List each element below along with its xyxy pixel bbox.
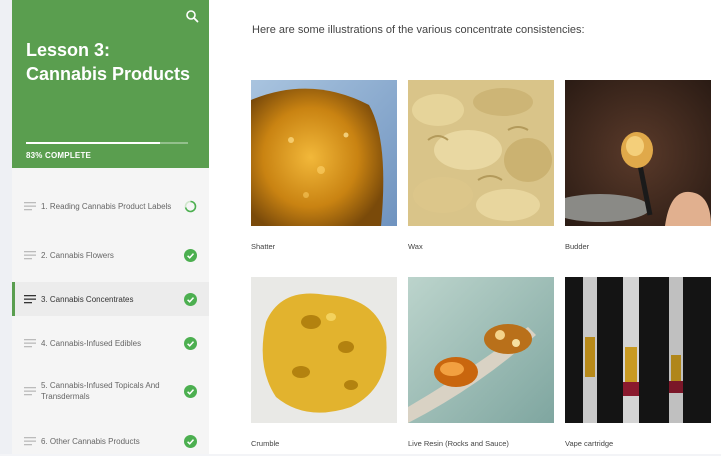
topic-label: 1. Reading Cannabis Product Labels [41, 201, 172, 211]
lines-icon [24, 436, 36, 445]
progress-fill [26, 142, 161, 144]
shatter-image [251, 80, 397, 226]
search-icon[interactable] [185, 9, 199, 23]
topic-label: 3. Cannabis Concentrates [41, 294, 134, 304]
topic-label: 2. Cannabis Flowers [41, 250, 114, 260]
topic-label: 6. Other Cannabis Products [41, 436, 140, 446]
check-circle-icon [184, 384, 197, 398]
budder-image [565, 80, 711, 226]
topic-item-flowers[interactable]: 2. Cannabis Flowers [12, 240, 209, 270]
wax-image [408, 80, 554, 226]
page-background [0, 0, 12, 454]
progress-bar [26, 142, 188, 144]
topic-item-reading-labels[interactable]: 1. Reading Cannabis Product Labels [12, 184, 209, 228]
budder-caption: Budder [565, 242, 590, 251]
main-content: Here are some illustrations of the vario… [209, 0, 721, 454]
crumble-image [251, 277, 397, 423]
lines-icon [24, 250, 36, 259]
check-circle-icon [184, 434, 197, 448]
sidebar-header: Lesson 3: Cannabis Products 83% COMPLETE [12, 0, 209, 168]
topic-item-topicals[interactable]: 5. Cannabis-Infused Topicals And Transde… [12, 370, 209, 412]
vape-cartridge-caption: Vape cartridge [565, 439, 614, 448]
live-resin-caption: Live Resin (Rocks and Sauce) [408, 439, 509, 448]
sidebar: Lesson 3: Cannabis Products 83% COMPLETE… [12, 0, 209, 454]
topic-item-edibles[interactable]: 4. Cannabis-Infused Edibles [12, 328, 209, 358]
intro-text: Here are some illustrations of the vario… [252, 24, 585, 36]
topic-label: 4. Cannabis-Infused Edibles [41, 338, 142, 348]
lines-icon [24, 294, 36, 303]
lines-icon [24, 201, 36, 210]
check-circle-icon [184, 248, 197, 262]
crumble-caption: Crumble [251, 439, 280, 448]
progress-ring-icon [184, 200, 197, 212]
live-resin-image [408, 277, 554, 423]
progress-text: 83% COMPLETE [26, 151, 92, 160]
wax-caption: Wax [408, 242, 423, 251]
lines-icon [24, 338, 36, 347]
lines-icon [24, 386, 36, 395]
check-circle-icon [184, 292, 197, 306]
topic-item-other-products[interactable]: 6. Other Cannabis Products [12, 426, 209, 456]
lesson-title: Lesson 3: Cannabis Products [26, 40, 191, 84]
vape-cartridge-image [565, 277, 711, 423]
topic-item-concentrates[interactable]: 3. Cannabis Concentrates [12, 282, 209, 316]
check-circle-icon [184, 336, 197, 350]
topic-label: 5. Cannabis-Infused Topicals And Transde… [41, 381, 160, 401]
shatter-caption: Shatter [251, 242, 276, 251]
